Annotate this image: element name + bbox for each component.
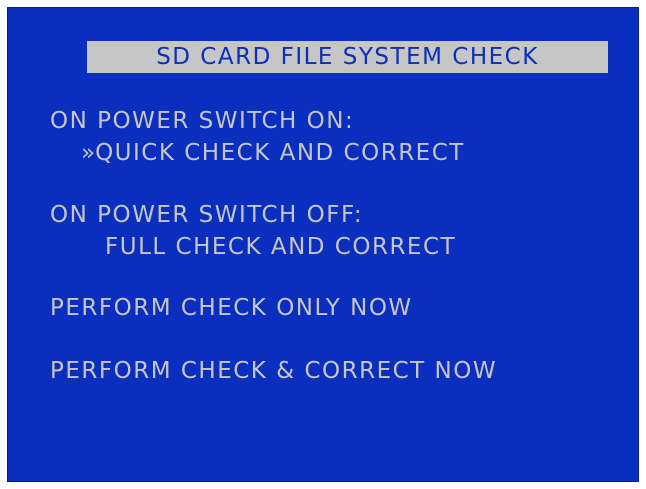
power-off-value: FULL CHECK AND CORRECT: [105, 234, 457, 260]
power-off-option[interactable]: FULL CHECK AND CORRECT: [105, 236, 456, 259]
power-on-option[interactable]: »QUICK CHECK AND CORRECT: [81, 142, 465, 165]
selection-cursor-icon: »: [81, 140, 96, 166]
power-off-heading: ON POWER SWITCH OFF:: [50, 202, 364, 228]
perform-check-only-item[interactable]: PERFORM CHECK ONLY NOW: [50, 297, 413, 320]
menu-title: SD CARD FILE SYSTEM CHECK: [156, 43, 539, 70]
power-on-heading: ON POWER SWITCH ON:: [50, 108, 355, 134]
perform-check-and-correct-item[interactable]: PERFORM CHECK & CORRECT NOW: [50, 360, 497, 383]
power-on-value: QUICK CHECK AND CORRECT: [95, 140, 465, 166]
menu-title-bar: SD CARD FILE SYSTEM CHECK: [87, 41, 608, 73]
osd-menu-screen: SD CARD FILE SYSTEM CHECK ON POWER SWITC…: [7, 7, 639, 482]
